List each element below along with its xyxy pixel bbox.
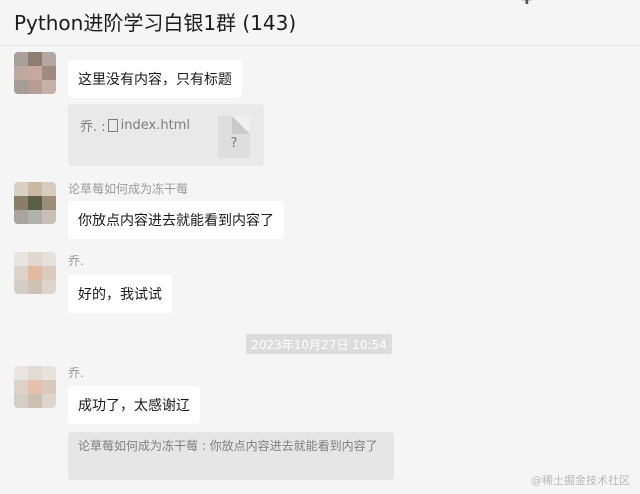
document-icon [107, 119, 118, 132]
sender-name: 论草莓如何成为冻干莓 [68, 182, 189, 196]
avatar[interactable] [14, 182, 56, 224]
unknown-file-icon: ? [230, 136, 238, 151]
avatar[interactable] [14, 366, 56, 408]
message-text: 这里没有内容，只有标题 [78, 72, 232, 88]
message-text: 好的，我试试 [78, 287, 162, 303]
avatar[interactable] [14, 252, 56, 294]
add-icon[interactable]: ✚ [521, 0, 533, 8]
file-name: index.html [120, 118, 190, 133]
message-bubble[interactable]: 成功了，太感谢辽 [68, 386, 200, 424]
message-bubble[interactable]: 你放点内容进去就能看到内容了 [68, 201, 284, 239]
watermark: @稀土掘金技术社区 [531, 474, 630, 487]
message-text: 成功了，太感谢辽 [78, 398, 190, 414]
sender-name: 乔. [68, 254, 84, 268]
file-thumbnail[interactable]: ? [218, 116, 250, 158]
chat-title: Python进阶学习白银1群 (143) [14, 11, 297, 35]
message-text: 你放点内容进去就能看到内容了 [78, 213, 274, 229]
message-bubble[interactable]: 这里没有内容，只有标题 [68, 60, 242, 98]
file-sender-prefix: 乔. : [80, 120, 106, 135]
file-info: 乔. : index.html [80, 116, 190, 135]
sender-name: 乔. [68, 366, 84, 380]
quoted-message[interactable]: 论草莓如何成为冻干莓 : 你放点内容进去就能看到内容了 [68, 432, 394, 480]
more-icon[interactable]: ··· [596, 0, 609, 8]
chat-header: Python进阶学习白银1群 (143) ✚ ··· [0, 0, 640, 46]
file-message-card[interactable]: 乔. : index.html ? [68, 104, 264, 166]
timestamp-divider: 2023年10月27日 10:54 [246, 334, 392, 354]
page-fold-icon [232, 116, 250, 134]
avatar[interactable] [14, 52, 56, 94]
message-bubble[interactable]: 好的，我试试 [68, 275, 172, 313]
